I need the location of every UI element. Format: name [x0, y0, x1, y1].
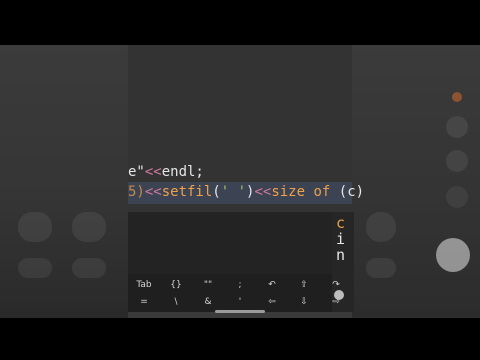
code-token: endl;: [161, 164, 204, 180]
blurred-key: [366, 258, 396, 278]
arrow-up-icon[interactable]: ⇧: [292, 280, 316, 290]
letterbox-top: [0, 0, 480, 45]
code-operator: <<: [144, 164, 162, 180]
blurred-key: [18, 258, 52, 278]
braces-key[interactable]: {}: [164, 280, 188, 290]
code-line-1[interactable]: e"<<endl;: [128, 164, 204, 180]
code-string: ' ': [220, 184, 247, 200]
code-operator: <<: [144, 184, 162, 200]
code-args: (c): [338, 184, 365, 200]
suggestion-area: [128, 212, 332, 274]
backslash-key[interactable]: \: [164, 297, 188, 307]
code-operator: <<: [254, 184, 272, 200]
tab-key[interactable]: Tab: [132, 280, 156, 290]
equals-key[interactable]: =: [132, 297, 156, 307]
ampersand-key[interactable]: &: [196, 297, 220, 307]
semicolon-key[interactable]: ;: [228, 280, 252, 290]
code-function: setfil: [161, 184, 213, 200]
blurred-left-area: [0, 45, 128, 318]
touch-indicator: [334, 290, 344, 300]
code-line-2[interactable]: 5)<<setfil(' ')<<size of (c): [128, 184, 364, 200]
redo-icon[interactable]: ↷: [324, 280, 348, 290]
arrow-left-icon[interactable]: ⇦: [260, 297, 284, 307]
code-token: e": [128, 164, 145, 180]
blurred-icon: [446, 150, 468, 172]
quotes-key[interactable]: "": [196, 280, 220, 290]
blurred-icon: [446, 186, 468, 208]
apostrophe-key[interactable]: ': [228, 297, 252, 307]
arrow-down-icon[interactable]: ⇩: [292, 297, 316, 307]
home-indicator[interactable]: [215, 310, 265, 313]
code-number: 5): [128, 184, 145, 200]
blurred-key: [72, 258, 106, 278]
code-paren: (: [212, 184, 221, 200]
code-keyword: of: [305, 184, 339, 200]
blurred-fab: [436, 238, 470, 272]
undo-icon[interactable]: ↶: [260, 280, 284, 290]
blurred-orange-icon: [452, 92, 462, 102]
blurred-key: [366, 212, 396, 242]
letterbox-bottom: [0, 318, 480, 360]
autocomplete-item[interactable]: n: [336, 246, 345, 264]
blurred-key: [72, 212, 106, 242]
blurred-icon: [446, 116, 468, 138]
code-identifier: size: [271, 184, 306, 200]
blurred-key: [18, 212, 52, 242]
